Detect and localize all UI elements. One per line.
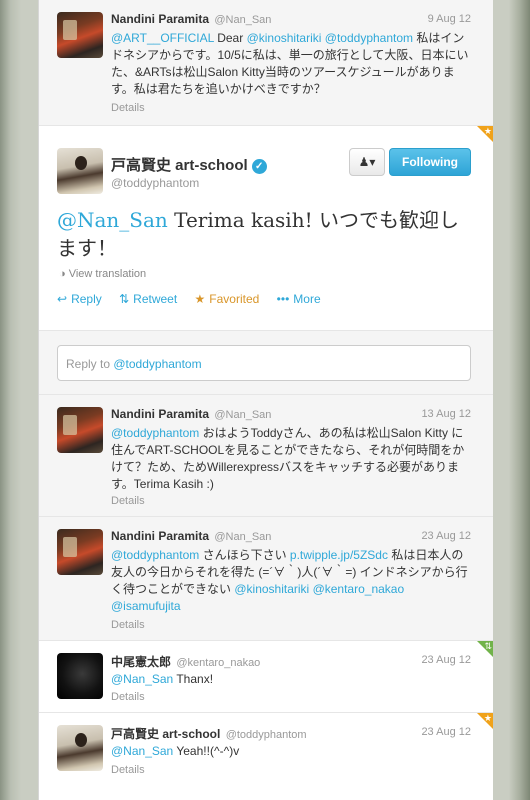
tweet-text-segment: さんほら下さい [199,548,290,562]
retweet-action[interactable]: ⇅ Retweet [119,292,177,306]
tweet-date[interactable]: 13 Aug 12 [421,408,471,420]
tweet-date[interactable]: 23 Aug 12 [421,654,471,666]
tweet-link[interactable]: @kentaro_nakao [313,582,405,596]
retweet-label[interactable]: Retweet [133,292,177,306]
avatar[interactable] [57,12,103,58]
reply-handle: @toddyphantom [113,357,202,371]
reply-input[interactable]: Reply to @toddyphantom [57,345,471,381]
avatar[interactable] [57,407,103,453]
reply-section: Reply to @toddyphantom [39,331,493,395]
user-dropdown-button[interactable]: ♟▾ [349,148,385,176]
tweet-text: @ART__OFFICIAL Dear @kinoshitariki @todd… [111,30,475,98]
tweet-header: 中尾憲太郎 @kentaro_nakao [111,653,260,670]
user-handle[interactable]: @Nan_San [214,14,271,26]
tweet-header: Nandini Paramita @Nan_San [111,12,271,26]
tweet-text-segment: Dear [213,31,247,45]
user-name[interactable]: Nandini Paramita [111,12,209,26]
tweet-link[interactable]: @ART__OFFICIAL [111,31,214,45]
conversation-panel: Nandini Paramita @Nan_San 9 Aug 12 @ART_… [38,0,493,800]
tweet-item[interactable]: ★ 戸高賢史 art-school @toddyphantom 23 Aug 1… [39,713,493,800]
user-handle[interactable]: @toddyphantom [111,176,199,190]
retweet-corner-badge: ⇅ [477,641,493,657]
main-tweet: ★ 戸高賢史 art-school ✓ @toddyphantom ♟▾ Foll… [39,126,493,331]
star-icon: ★ [194,292,206,306]
view-translation-link[interactable]: ◑ View translation [59,268,146,280]
main-tweet-author[interactable]: 戸高賢史 art-school ✓ [111,154,267,175]
tweet-date[interactable]: 9 Aug 12 [428,13,471,25]
more-label[interactable]: More [293,292,320,306]
avatar[interactable] [57,529,103,575]
reply-prefix: Reply to [66,357,114,371]
star-icon: ★ [483,126,492,136]
user-name[interactable]: 戸高賢史 art-school [111,727,220,741]
tweet-link[interactable]: @kinoshitariki [247,31,322,45]
tweet-date[interactable]: 23 Aug 12 [421,726,471,738]
details-link[interactable]: Details [111,691,145,703]
more-dots-icon: ••• [276,292,290,306]
more-action[interactable]: ••• More [277,292,321,306]
details-link[interactable]: Details [111,619,145,631]
user-handle[interactable]: @kentaro_nakao [176,657,260,669]
tweet-link[interactable]: @toddyphantom [111,426,199,440]
tweet-actions: ↩ Reply ⇅ Retweet ★ Favorited ••• More [57,292,335,306]
avatar[interactable] [57,148,103,194]
tweet-item[interactable]: Nandini Paramita @Nan_San 13 Aug 12 @tod… [39,395,493,517]
details-link[interactable]: Details [111,495,145,507]
user-handle[interactable]: @Nan_San [214,531,271,543]
favorited-label[interactable]: Favorited [209,292,259,306]
tweet-text: @toddyphantom さんほら下さい p.twipple.jp/5ZSdc… [111,547,475,615]
tweet-link[interactable]: @isamufujita [111,599,181,613]
tweet-item[interactable]: Nandini Paramita @Nan_San 23 Aug 12 @tod… [39,517,493,641]
favorite-action[interactable]: ★ Favorited [195,292,260,306]
favorite-corner-badge: ★ [477,713,493,729]
user-handle[interactable]: @Nan_San [214,409,271,421]
tweet-header: Nandini Paramita @Nan_San [111,407,271,421]
star-icon: ★ [483,713,492,723]
globe-icon: ◑ [59,268,66,280]
avatar[interactable] [57,725,103,771]
tweet-text-segment: Yeah!!(^-^)v [173,744,240,758]
tweet-text-segment: Thanx! [173,672,214,686]
tweet-header: Nandini Paramita @Nan_San [111,529,271,543]
avatar[interactable] [57,653,103,699]
user-handle[interactable]: @toddyphantom [226,729,307,741]
tweet-link[interactable]: @Nan_San [111,744,173,758]
tweet-item[interactable]: ⇅ 中尾憲太郎 @kentaro_nakao 23 Aug 12 @Nan_Sa… [39,641,493,713]
tweet-link[interactable]: @toddyphantom [325,31,413,45]
tweet-link[interactable]: p.twipple.jp/5ZSdc [290,548,388,562]
details-link[interactable]: Details [111,764,145,776]
favorite-corner-badge: ★ [477,126,493,142]
tweet-header: 戸高賢史 art-school @toddyphantom [111,725,307,742]
reply-icon: ↩ [57,292,68,306]
verified-badge-icon: ✓ [251,159,267,174]
tweet-link[interactable]: @kinoshitariki [234,582,309,596]
tweet-text: @Nan_San Yeah!!(^-^)v [111,743,475,760]
user-name[interactable]: 中尾憲太郎 [111,655,171,669]
tweet-link[interactable]: @Nan_San [111,672,173,686]
tweet-date[interactable]: 23 Aug 12 [421,530,471,542]
following-button[interactable]: Following [389,148,471,176]
tweet-link[interactable]: @toddyphantom [111,548,199,562]
retweet-icon: ⇅ [484,641,492,651]
details-link[interactable]: Details [111,102,145,114]
reply-label[interactable]: Reply [71,292,102,306]
reply-action[interactable]: ↩ Reply [57,292,102,306]
tweet-text: @toddyphantom おはようToddyさん、あの私は松山Salon Ki… [111,425,475,493]
mention-link[interactable]: @Nan_San [57,208,168,232]
tweet-item[interactable]: Nandini Paramita @Nan_San 9 Aug 12 @ART_… [39,0,493,126]
user-dropdown-icon: ♟▾ [358,155,376,169]
tweet-text: @Nan_San Thanx! [111,671,475,688]
user-name[interactable]: 戸高賢史 art-school [111,157,248,174]
main-tweet-text: @Nan_San Terima kasih! いつでも歓迎します！ [57,206,477,262]
view-translation-label[interactable]: View translation [69,268,146,280]
user-name[interactable]: Nandini Paramita [111,529,209,543]
user-name[interactable]: Nandini Paramita [111,407,209,421]
retweet-icon: ⇅ [119,292,130,306]
